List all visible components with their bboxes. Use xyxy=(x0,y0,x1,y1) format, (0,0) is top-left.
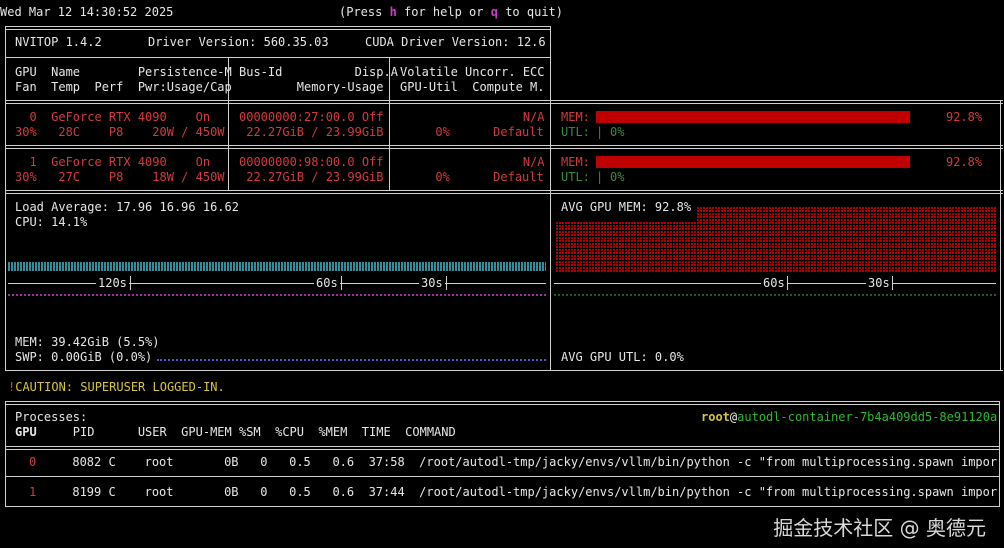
gpu-utl-label: UTL: xyxy=(561,125,598,139)
gpu-mem-bar xyxy=(596,111,910,123)
process-details: 8082 C root 0B 0 0.5 0.6 37:58 /root/aut… xyxy=(36,455,997,469)
gpu-utl-percent: 0% xyxy=(610,125,625,139)
gpu-utl-percent: 0% xyxy=(610,170,625,184)
hostname: autodl-container-7b4a409dd5-8e91120a xyxy=(737,410,998,424)
gpu-header-col2-line1: Bus-Id Disp.A xyxy=(239,65,398,79)
axis-tick-30s: 30s xyxy=(866,276,892,291)
avg-gpu-utl-graph xyxy=(554,294,996,296)
gpu-util-compute: 0% Default xyxy=(392,125,544,139)
gpu-stats: 30% 28C P8 20W / 450W xyxy=(15,125,225,139)
column-headers: PID USER GPU-MEM %SM %CPU %MEM TIME COMM… xyxy=(36,425,456,439)
datetime: Wed Mar 12 14:30:52 2025 xyxy=(0,5,174,19)
mem-history-graph xyxy=(8,294,546,296)
gpu-util-compute: 0% Default xyxy=(392,170,544,184)
help-hint: (Press h for help or q to quit) xyxy=(339,5,563,19)
gpu-mem-label: MEM: xyxy=(561,155,598,169)
help-key: h xyxy=(389,5,397,19)
cpu-percent: CPU: 14.1% xyxy=(15,215,88,229)
gpu-name: 1 GeForce RTX 4090 On xyxy=(15,155,211,169)
quit-key: q xyxy=(490,5,498,19)
gpu-header-col1-line1: GPU Name Persistence-M xyxy=(15,65,232,79)
gpu-header-col3-line2: GPU-Util Compute M. xyxy=(400,80,545,94)
gpu-name: 0 GeForce RTX 4090 On xyxy=(15,110,211,124)
user-host: root@autodl-container-7b4a409dd5-8e91120… xyxy=(701,410,998,424)
gpu-bus-id: 00000000:98:00.0 Off xyxy=(239,155,384,169)
processes-header: GPU PID USER GPU-MEM %SM %CPU %MEM TIME … xyxy=(15,425,456,440)
gpu-header-col2-line2: Memory-Usage xyxy=(239,80,384,94)
gpu-header-col1-line2: Fan Temp Perf Pwr:Usage/Cap xyxy=(15,80,232,94)
host-swp: SWP: 0.00GiB (0.0%) xyxy=(15,350,153,364)
gpu-stats: 30% 27C P8 18W / 450W xyxy=(15,170,225,184)
axis-tick-30s: 30s xyxy=(419,276,445,291)
axis-tick-60s: 60s xyxy=(314,276,340,291)
gpu-ecc: N/A xyxy=(400,155,545,169)
axis-tick-60s: 60s xyxy=(761,276,787,291)
column-gpu: GPU xyxy=(15,425,37,439)
superuser-caution: !CAUTION: SUPERUSER LOGGED-IN. xyxy=(8,380,225,394)
gpu-mem-label: MEM: xyxy=(561,110,598,124)
process-user: root xyxy=(701,410,730,424)
process-row[interactable]: 0 8082 C root 0B 0 0.5 0.6 37:58 /root/a… xyxy=(29,455,997,470)
axis-tick-120s: 120s xyxy=(96,276,129,291)
time-axis-left xyxy=(8,283,546,284)
avg-gpu-mem: AVG GPU MEM: 92.8% xyxy=(561,200,692,214)
gpu-mem-bar xyxy=(596,156,910,168)
processes-title: Processes: xyxy=(15,410,88,424)
gpu-utl-label: UTL: xyxy=(561,170,598,184)
driver-version: Driver Version: 560.35.03 xyxy=(148,35,329,49)
avg-gpu-utl: AVG GPU UTL: 0.0% xyxy=(561,350,684,364)
cuda-version: CUDA Driver Version: 12.6 xyxy=(365,35,546,49)
gpu-utl-bar: | xyxy=(596,125,604,139)
process-row[interactable]: 1 8199 C root 0B 0 0.5 0.6 37:44 /root/a… xyxy=(29,485,997,500)
cpu-history-graph xyxy=(8,262,546,271)
host-mem: MEM: 39.42GiB (5.5%) xyxy=(15,335,160,349)
nvitop-version: NVITOP 1.4.2 xyxy=(15,35,102,49)
avg-gpu-mem-graph xyxy=(556,206,996,272)
gpu-memory-usage: 22.27GiB / 23.99GiB xyxy=(239,170,384,184)
watermark: 掘金技术社区 @ 奥德元 xyxy=(773,516,986,540)
load-average: Load Average: 17.96 16.96 16.62 xyxy=(15,200,239,214)
gpu-utl-bar: | xyxy=(596,170,604,184)
gpu-bus-id: 00000000:27:00.0 Off xyxy=(239,110,384,124)
swap-history-graph xyxy=(157,359,546,361)
gpu-mem-percent: 92.8% xyxy=(946,110,983,124)
gpu-header-col3-line1: Volatile Uncorr. ECC xyxy=(400,65,545,79)
gpu-ecc: N/A xyxy=(400,110,545,124)
gpu-mem-percent: 92.8% xyxy=(946,155,983,169)
gpu-memory-usage: 22.27GiB / 23.99GiB xyxy=(239,125,384,139)
process-details: 8199 C root 0B 0 0.5 0.6 37:44 /root/aut… xyxy=(36,485,997,499)
